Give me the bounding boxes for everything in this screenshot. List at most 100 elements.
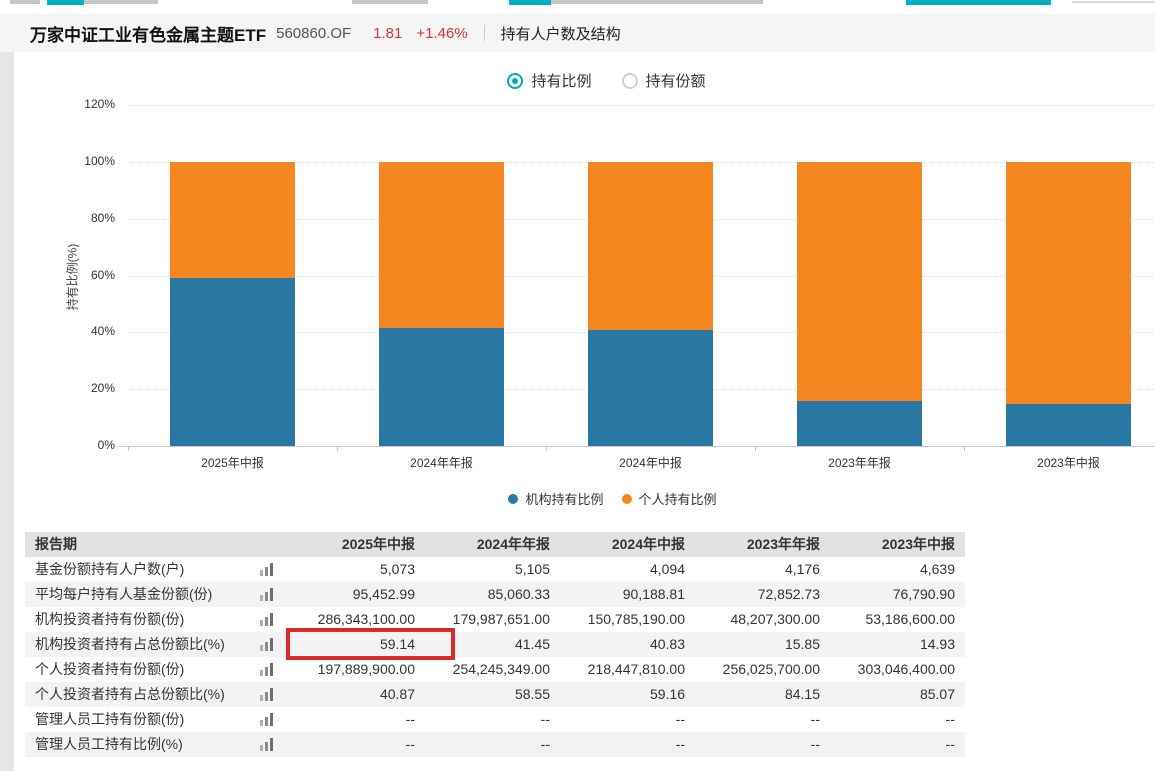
table-value-cell: -- [290, 707, 425, 732]
metric-bar-chart-icon[interactable] [260, 707, 290, 732]
cutoff-tab-fragment [509, 0, 551, 5]
bar-segment-individual[interactable] [379, 162, 504, 328]
x-axis-tick [337, 446, 338, 451]
table-value-cell: 53,186,600.00 [830, 607, 965, 632]
radio-holding-shares[interactable]: 持有份额 [622, 70, 706, 91]
metric-label: 基金份额持有人户数(户) [25, 557, 260, 582]
metric-bar-chart-icon[interactable] [260, 582, 290, 607]
table-value-cell: 197,889,900.00 [290, 657, 425, 682]
chart-legend: 机构持有比例个人持有比例 [70, 489, 1155, 508]
table-value-cell: -- [425, 707, 560, 732]
bar-segment-individual[interactable] [588, 162, 713, 330]
bar-segment-institution[interactable] [379, 328, 504, 446]
table-value-cell: 218,447,810.00 [560, 657, 695, 682]
bar-segment-institution[interactable] [797, 401, 922, 446]
cutoff-tab-fragment [352, 0, 428, 4]
chart-mode-toggle: 持有比例 持有份额 [0, 70, 1155, 91]
legend-item[interactable]: 机构持有比例 [508, 489, 603, 508]
y-axis-tick-label: 0% [30, 438, 115, 452]
x-axis-tick [964, 446, 965, 451]
table-row: 机构投资者持有占总份额比(%)59.1441.4540.8315.8514.93 [25, 632, 965, 657]
cutoff-tab-fragment [10, 0, 40, 4]
y-axis-tick-label: 60% [30, 268, 115, 282]
radio-label: 持有比例 [531, 70, 591, 91]
y-axis-tick-label: 80% [30, 211, 115, 225]
bar-segment-individual[interactable] [797, 162, 922, 401]
table-header-cell: 2023年年报 [695, 532, 830, 557]
bar-segment-institution[interactable] [1006, 404, 1131, 446]
x-axis-category-label: 2024年年报 [337, 454, 546, 471]
fund-name: 万家中证工业有色金属主题ETF [30, 21, 266, 46]
metric-bar-chart-icon[interactable] [260, 732, 290, 757]
table-value-cell: 85.07 [830, 682, 965, 707]
legend-label: 机构持有比例 [525, 489, 603, 508]
metric-bar-chart-icon[interactable] [260, 557, 290, 582]
metric-bar-chart-icon[interactable] [260, 682, 290, 707]
table-value-cell: -- [695, 732, 830, 757]
x-axis-tick [128, 446, 129, 451]
metric-label: 管理人员工持有比例(%) [25, 732, 260, 757]
gridline [128, 105, 1155, 106]
table-value-cell: -- [290, 732, 425, 757]
bar-segment-institution[interactable] [170, 278, 295, 446]
x-axis-tick [755, 446, 756, 451]
fund-price: 1.81 [373, 25, 402, 42]
table-value-cell: 40.87 [290, 682, 425, 707]
table-value-cell: 4,094 [560, 557, 695, 582]
table-value-cell: -- [830, 732, 965, 757]
table-value-cell: 4,176 [695, 557, 830, 582]
table-value-cell: 303,046,400.00 [830, 657, 965, 682]
section-title: 持有人户数及结构 [501, 23, 621, 44]
fund-holder-structure-page: 万家中证工业有色金属主题ETF 560860.OF 1.81 +1.46% 持有… [0, 0, 1155, 771]
table-row: 基金份额持有人户数(户)5,0735,1054,0944,1764,639 [25, 557, 965, 582]
table-header-row: 报告期2025年中报2024年年报2024年中报2023年年报2023年中报 [25, 532, 965, 557]
table-value-cell: -- [560, 707, 695, 732]
legend-swatch [622, 494, 632, 504]
table-row: 管理人员工持有份额(份)---------- [25, 707, 965, 732]
table-value-cell: -- [560, 732, 695, 757]
table-value-cell: -- [695, 707, 830, 732]
fund-code: 560860.OF [276, 25, 351, 42]
table-value-cell: 72,852.73 [695, 582, 830, 607]
metric-label: 机构投资者持有占总份额比(%) [25, 632, 260, 657]
bar-segment-institution[interactable] [588, 330, 713, 446]
legend-swatch [508, 494, 518, 504]
table-value-cell: 95,452.99 [290, 582, 425, 607]
table-value-cell: 14.93 [830, 632, 965, 657]
y-axis-tick-label: 120% [30, 97, 115, 111]
header-divider [484, 25, 485, 41]
legend-item[interactable]: 个人持有比例 [622, 489, 717, 508]
cutoff-tab-fragment [906, 0, 1051, 5]
y-axis-tick-label: 100% [30, 154, 115, 168]
table-header-cell: 2023年中报 [830, 532, 965, 557]
table-header-cell: 2024年年报 [425, 532, 560, 557]
radio-selected-icon [507, 73, 523, 89]
table-row: 平均每户持有人基金份额(份)95,452.9985,060.3390,188.8… [25, 582, 965, 607]
metric-label: 个人投资者持有占总份额比(%) [25, 682, 260, 707]
table-row: 个人投资者持有份额(份)197,889,900.00254,245,349.00… [25, 657, 965, 682]
bar-segment-individual[interactable] [1006, 162, 1131, 404]
table-value-cell: 5,105 [425, 557, 560, 582]
table-value-cell: 150,785,190.00 [560, 607, 695, 632]
table-row: 机构投资者持有份额(份)286,343,100.00179,987,651.00… [25, 607, 965, 632]
metric-bar-chart-icon[interactable] [260, 657, 290, 682]
cutoff-tab-fragment [47, 0, 84, 5]
table-row: 管理人员工持有比例(%)---------- [25, 732, 965, 757]
table-value-cell: 40.83 [560, 632, 695, 657]
table-value-cell: 84.15 [695, 682, 830, 707]
table-header-cell: 报告期 [25, 532, 290, 557]
page-gutter [0, 52, 14, 771]
table-value-cell: 76,790.90 [830, 582, 965, 607]
bar-segment-individual[interactable] [170, 162, 295, 278]
metric-label: 管理人员工持有份额(份) [25, 707, 260, 732]
x-axis-category-label: 2025年中报 [128, 454, 337, 471]
table-value-cell: -- [425, 732, 560, 757]
x-axis-category-label: 2023年年报 [755, 454, 964, 471]
y-axis-tick-label: 20% [30, 381, 115, 395]
table-header-cell: 2025年中报 [290, 532, 425, 557]
radio-holding-ratio[interactable]: 持有比例 [507, 70, 591, 91]
table-value-cell: 85,060.33 [425, 582, 560, 607]
table-value-cell: 59.16 [560, 682, 695, 707]
cutoff-line-fragment [1072, 1, 1155, 3]
table-value-cell: 90,188.81 [560, 582, 695, 607]
